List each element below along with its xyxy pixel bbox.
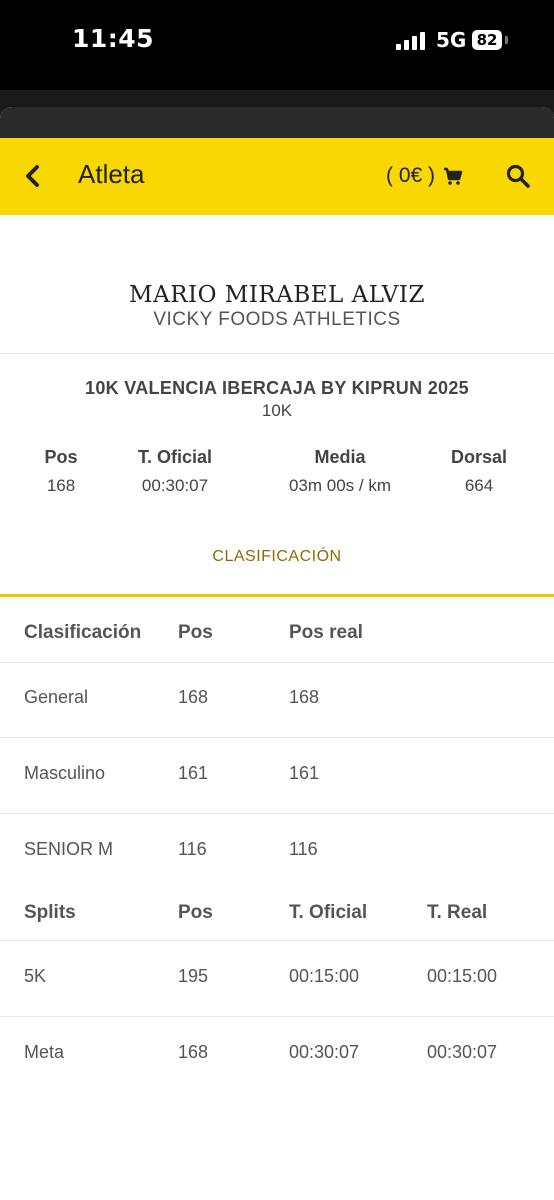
stat-bib: Dorsal 664 (434, 447, 524, 496)
battery-tip (505, 36, 508, 44)
table-cell: 116 (289, 839, 318, 859)
athlete-club: VICKY FOODS ATHLETICS (153, 309, 401, 330)
table-cell: SENIOR M (24, 839, 114, 859)
battery-icon: 82 (472, 30, 502, 50)
cart-icon (444, 167, 463, 185)
chevron-left-icon (26, 165, 39, 187)
table-row: 5K 195 00:15:00 00:15:00 (0, 966, 554, 996)
page-title: Atleta (78, 159, 145, 189)
stat-average-pace: Media 03m 00s / km (260, 447, 420, 496)
table-cell: 161 (289, 763, 320, 783)
search-icon (506, 164, 530, 188)
table-row: Meta 168 00:30:07 00:30:07 (0, 1042, 554, 1072)
race-name: 10K VALENCIA IBERCAJA BY KIPRUN 2025 (85, 378, 469, 398)
search-button[interactable] (505, 160, 535, 192)
table-cell: 168 (289, 687, 320, 707)
stat-pos: Pos 168 (21, 447, 101, 496)
row-divider (0, 737, 554, 738)
status-time: 11:45 (72, 24, 155, 53)
table-cell: 116 (178, 839, 207, 859)
column-header: Pos (178, 902, 213, 923)
table-cell: 161 (178, 763, 209, 783)
stat-label: T. Oficial (137, 447, 213, 467)
row-divider (0, 813, 554, 814)
tab-clasificacion[interactable]: CLASIFICACIÓN (0, 548, 554, 566)
table-cell: 5K (24, 966, 47, 986)
table-cell: 00:30:07 (289, 1042, 360, 1062)
table-row: Masculino 161 161 (0, 763, 554, 793)
stats-summary: Pos 168 T. Oficial 00:30:07 Media 03m 00… (0, 447, 554, 507)
table-header-row: Clasificación Pos Pos real (0, 622, 554, 662)
table-cell: 195 (178, 966, 209, 986)
page-sheet: Atleta ( 0€ ) MARIO MIRABEL ALVIZ VICKY … (0, 107, 554, 1200)
row-divider (0, 662, 554, 663)
table-header-row: Splits Pos T. Oficial T. Real (0, 902, 554, 940)
table-cell: 00:15:00 (427, 966, 498, 986)
table-cell: General (24, 687, 89, 707)
tab-underline (0, 594, 554, 597)
stat-value: 00:30:07 (141, 476, 209, 495)
column-header: Pos (178, 622, 213, 643)
table-row: SENIOR M 116 116 (0, 839, 554, 869)
column-header: Splits (24, 902, 76, 923)
table-cell: 168 (178, 687, 209, 707)
row-divider (0, 940, 554, 941)
signal-icon (396, 30, 430, 50)
race-distance: 10K (261, 401, 293, 420)
cart-total: ( 0€ ) (386, 164, 436, 187)
app-bar: Atleta ( 0€ ) (0, 138, 554, 215)
table-row: General 168 168 (0, 687, 554, 717)
table-cell: 168 (178, 1042, 209, 1062)
table-cell: 00:15:00 (289, 966, 360, 986)
status-bar: 11:45 5G 82 (0, 0, 554, 90)
sheet-handle-area (0, 107, 554, 138)
cart-button[interactable]: ( 0€ ) (386, 160, 463, 192)
stat-value: 03m 00s / km (288, 476, 392, 495)
row-divider (0, 1016, 554, 1017)
column-header: T. Oficial (289, 902, 368, 923)
table-cell: 00:30:07 (427, 1042, 498, 1062)
column-header: Clasificación (24, 622, 142, 643)
back-button[interactable] (18, 160, 48, 192)
stat-value: 168 (46, 476, 76, 495)
column-header: T. Real (427, 902, 488, 923)
column-header: Pos real (289, 622, 363, 643)
stat-label: Media (314, 447, 366, 467)
stat-label: Dorsal (450, 447, 508, 467)
table-cell: Meta (24, 1042, 65, 1062)
table-cell: Masculino (24, 763, 106, 783)
stat-label: Pos (44, 447, 78, 467)
stat-official-time: T. Oficial 00:30:07 (115, 447, 235, 496)
network-type: 5G (436, 28, 467, 52)
stat-value: 664 (464, 476, 494, 495)
athlete-name: MARIO MIRABEL ALVIZ (129, 282, 425, 308)
divider (0, 353, 554, 354)
